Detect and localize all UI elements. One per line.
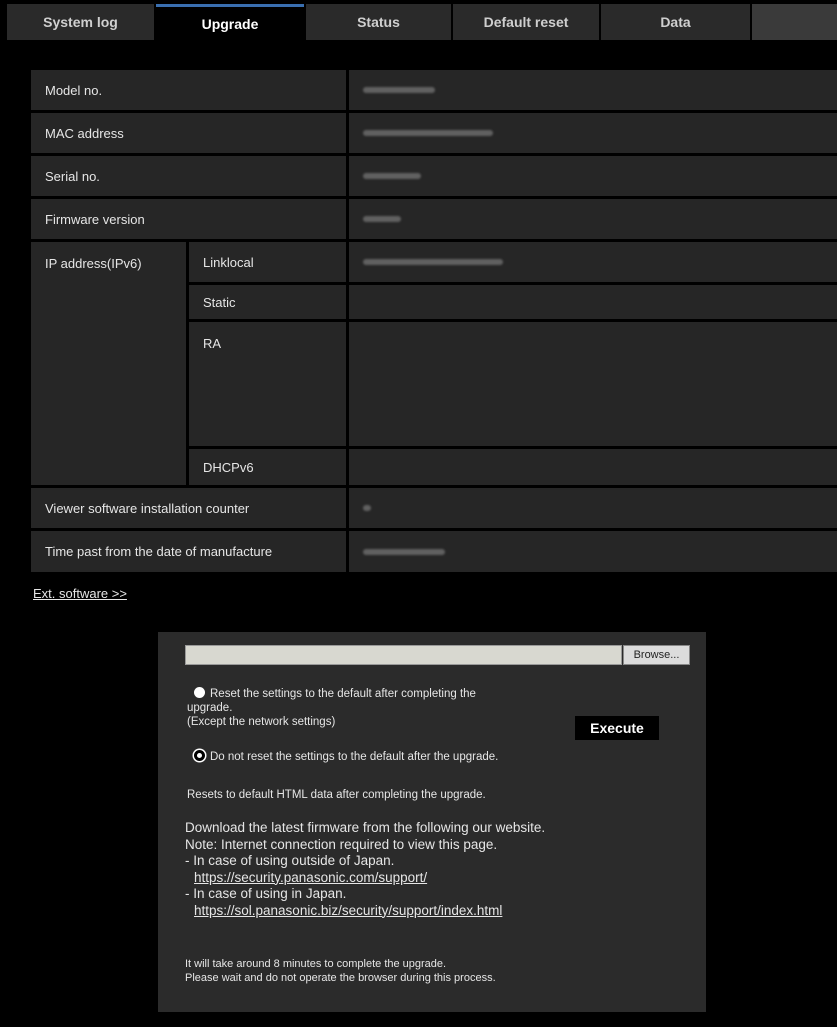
download-line-3: - In case of using outside of Japan. [185, 853, 395, 868]
reset-radio[interactable] [194, 687, 205, 698]
ext-software-link[interactable]: Ext. software >> [33, 586, 127, 601]
mac-label: MAC address [31, 113, 346, 153]
redacted-value [363, 548, 445, 555]
noreset-radio[interactable] [194, 750, 205, 761]
firmware-value [349, 199, 837, 239]
option-noreset-row: Do not reset the settings to the default… [194, 750, 614, 764]
download-line-2: Note: Internet connection required to vi… [185, 836, 498, 852]
upgrade-panel: Browse... Reset the settings to the defa… [158, 632, 706, 1012]
tab-upgrade[interactable]: Upgrade [156, 4, 304, 40]
time-note-1: It will take around 8 minutes to complet… [185, 958, 447, 970]
ipv6-label: IP address(IPv6) [31, 242, 186, 485]
tab-status[interactable]: Status [306, 4, 451, 40]
ra-label: RA [189, 322, 346, 446]
option-reset-text-1: Reset the settings to the default after … [210, 688, 476, 700]
serial-label: Serial no. [31, 156, 346, 196]
redacted-value [363, 505, 371, 511]
tab-bar: System log Upgrade Status Default reset … [0, 0, 837, 44]
time-past-label: Time past from the date of manufacture [31, 531, 346, 572]
redacted-value [363, 130, 493, 136]
dhcpv6-label: DHCPv6 [189, 449, 346, 485]
html-reset-note: Resets to default HTML data after comple… [187, 789, 486, 801]
ra-value [349, 322, 837, 446]
tab-default-reset[interactable]: Default reset [453, 4, 599, 40]
dhcpv6-value [349, 449, 837, 485]
option-reset-text-3: (Except the network settings) [187, 716, 336, 728]
redacted-value [363, 173, 421, 179]
support-link-outside-japan[interactable]: https://security.panasonic.com/support/ [194, 870, 427, 887]
model-label: Model no. [31, 70, 346, 110]
time-past-value [349, 531, 837, 572]
mac-value [349, 113, 837, 153]
tab-data[interactable]: Data [601, 4, 750, 40]
redacted-value [363, 87, 435, 93]
browse-button[interactable]: Browse... [623, 645, 690, 665]
firmware-label: Firmware version [31, 199, 346, 239]
tab-strip-filler [752, 4, 837, 40]
tab-system-log[interactable]: System log [7, 4, 154, 40]
download-line-4: - In case of using in Japan. [185, 886, 347, 901]
support-link-japan[interactable]: https://sol.panasonic.biz/security/suppo… [194, 903, 502, 920]
download-info: Download the latest firmware from the fo… [185, 820, 545, 919]
firmware-file-input[interactable] [185, 645, 622, 665]
redacted-value [363, 259, 503, 265]
option-reset-row: Reset the settings to the default after … [194, 687, 564, 701]
viewer-counter-value [349, 488, 837, 528]
upgrade-time-note: It will take around 8 minutes to complet… [185, 958, 496, 985]
static-label: Static [189, 285, 346, 319]
download-line-1: Download the latest firmware from the fo… [185, 820, 546, 835]
model-value [349, 70, 837, 110]
serial-value [349, 156, 837, 196]
static-value [349, 285, 837, 319]
execute-button[interactable]: Execute [575, 716, 659, 740]
option-noreset-text: Do not reset the settings to the default… [210, 751, 499, 763]
time-note-2: Please wait and do not operate the brows… [185, 971, 496, 984]
viewer-counter-label: Viewer software installation counter [31, 488, 346, 528]
linklocal-value [349, 242, 837, 282]
linklocal-label: Linklocal [189, 242, 346, 282]
redacted-value [363, 216, 401, 222]
option-reset-text-2: upgrade. [187, 702, 233, 714]
